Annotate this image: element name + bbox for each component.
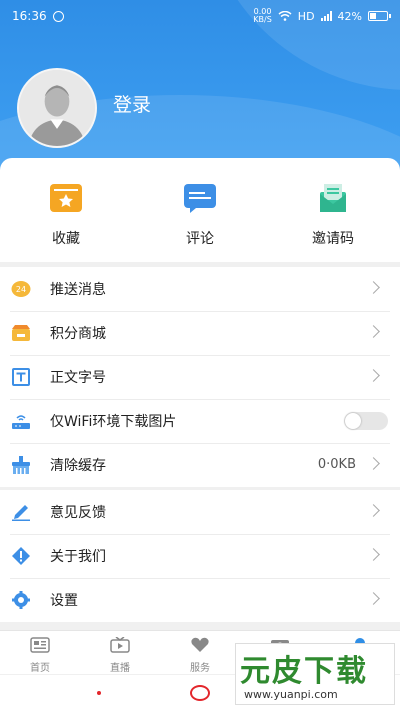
quick-actions-card: 收藏 评论 邀请码 (0, 158, 400, 262)
comment-icon (184, 184, 216, 213)
login-button[interactable]: 登录 (113, 90, 151, 117)
tv-play-icon (110, 636, 130, 653)
wifi-icon (278, 11, 292, 21)
comments-label: 评论 (186, 231, 214, 247)
cache-size-value: 0·0KB (317, 457, 356, 472)
invite-code-button[interactable]: 邀请码 (278, 182, 388, 248)
settings-label: 设置 (50, 593, 78, 609)
settings-item[interactable]: 设置 (0, 578, 400, 622)
alarm-icon (52, 10, 64, 22)
feedback-item[interactable]: 意见反馈 (0, 490, 400, 534)
favorites-label: 收藏 (52, 231, 80, 247)
feedback-label: 意见反馈 (50, 505, 106, 521)
chevron-right-icon (367, 369, 380, 382)
network-speed: 0.00 KB/S (253, 8, 272, 24)
tab-live[interactable]: 直播 (85, 636, 155, 674)
news-icon (30, 637, 50, 653)
wifi-only-images-item: 仅WiFi环境下载图片 (0, 399, 400, 443)
points-store-icon (12, 325, 30, 341)
tab-service-label: 服务 (190, 663, 210, 674)
font-size-icon (12, 368, 30, 386)
points-store-item[interactable]: 积分商城 (0, 311, 400, 355)
default-avatar-icon (19, 70, 95, 146)
nav-home-icon[interactable] (190, 685, 210, 701)
about-us-item[interactable]: 关于我们 (0, 534, 400, 578)
profile-header: 16:36 0.00 KB/S HD 42% 登录 (0, 0, 400, 175)
chevron-right-icon (367, 457, 380, 470)
chevron-right-icon (367, 504, 380, 517)
router-icon (12, 415, 30, 429)
battery-percent: 42% (337, 9, 362, 23)
status-bar: 16:36 0.00 KB/S HD 42% (0, 0, 400, 32)
invite-code-icon (320, 184, 346, 212)
signal-icon (320, 11, 332, 21)
settings-group-1: 24 推送消息 积分商城 正文字号 仅WiFi环境下载图片 清除缓存 0·0KB (0, 267, 400, 487)
net-speed-unit: KB/S (253, 15, 272, 24)
invite-code-label: 邀请码 (312, 231, 354, 247)
tab-service[interactable]: 服务 (165, 637, 235, 674)
wifi-only-toggle[interactable] (344, 412, 388, 430)
settings-group-2: 意见反馈 关于我们 设置 (0, 490, 400, 622)
watermark-logo: 元皮下载 www.yuanpi.com (235, 643, 395, 705)
svg-text:24: 24 (16, 285, 26, 294)
font-size-label: 正文字号 (50, 370, 106, 386)
points-store-label: 积分商城 (50, 326, 106, 342)
push-24-icon: 24 (11, 281, 31, 297)
about-us-label: 关于我们 (50, 549, 106, 565)
clear-cache-item[interactable]: 清除缓存 0·0KB (0, 443, 400, 487)
battery-icon (368, 11, 391, 21)
about-icon (12, 547, 30, 565)
hd-indicator: HD (297, 9, 315, 23)
tab-home-label: 首页 (30, 663, 50, 674)
favorites-button[interactable]: 收藏 (11, 182, 121, 248)
status-time: 16:36 (12, 9, 47, 23)
gear-icon (12, 591, 30, 609)
watermark-title: 元皮下载 (240, 654, 368, 689)
clear-cache-label: 清除缓存 (50, 458, 106, 474)
avatar[interactable] (17, 68, 97, 148)
nav-back-icon[interactable] (97, 691, 101, 695)
heart-icon (191, 637, 209, 652)
watermark-url: www.yuanpi.com (244, 688, 338, 701)
push-messages-item[interactable]: 24 推送消息 (0, 267, 400, 311)
favorite-icon (50, 184, 82, 212)
comments-button[interactable]: 评论 (145, 182, 255, 248)
chevron-right-icon (367, 281, 380, 294)
wifi-only-images-label: 仅WiFi环境下载图片 (50, 414, 177, 430)
tab-live-label: 直播 (110, 663, 130, 674)
chevron-right-icon (367, 592, 380, 605)
feedback-pen-icon (12, 505, 30, 521)
clear-cache-icon (12, 456, 30, 474)
font-size-item[interactable]: 正文字号 (0, 355, 400, 399)
tab-home[interactable]: 首页 (5, 637, 75, 674)
chevron-right-icon (367, 325, 380, 338)
push-messages-label: 推送消息 (50, 282, 106, 298)
chevron-right-icon (367, 548, 380, 561)
